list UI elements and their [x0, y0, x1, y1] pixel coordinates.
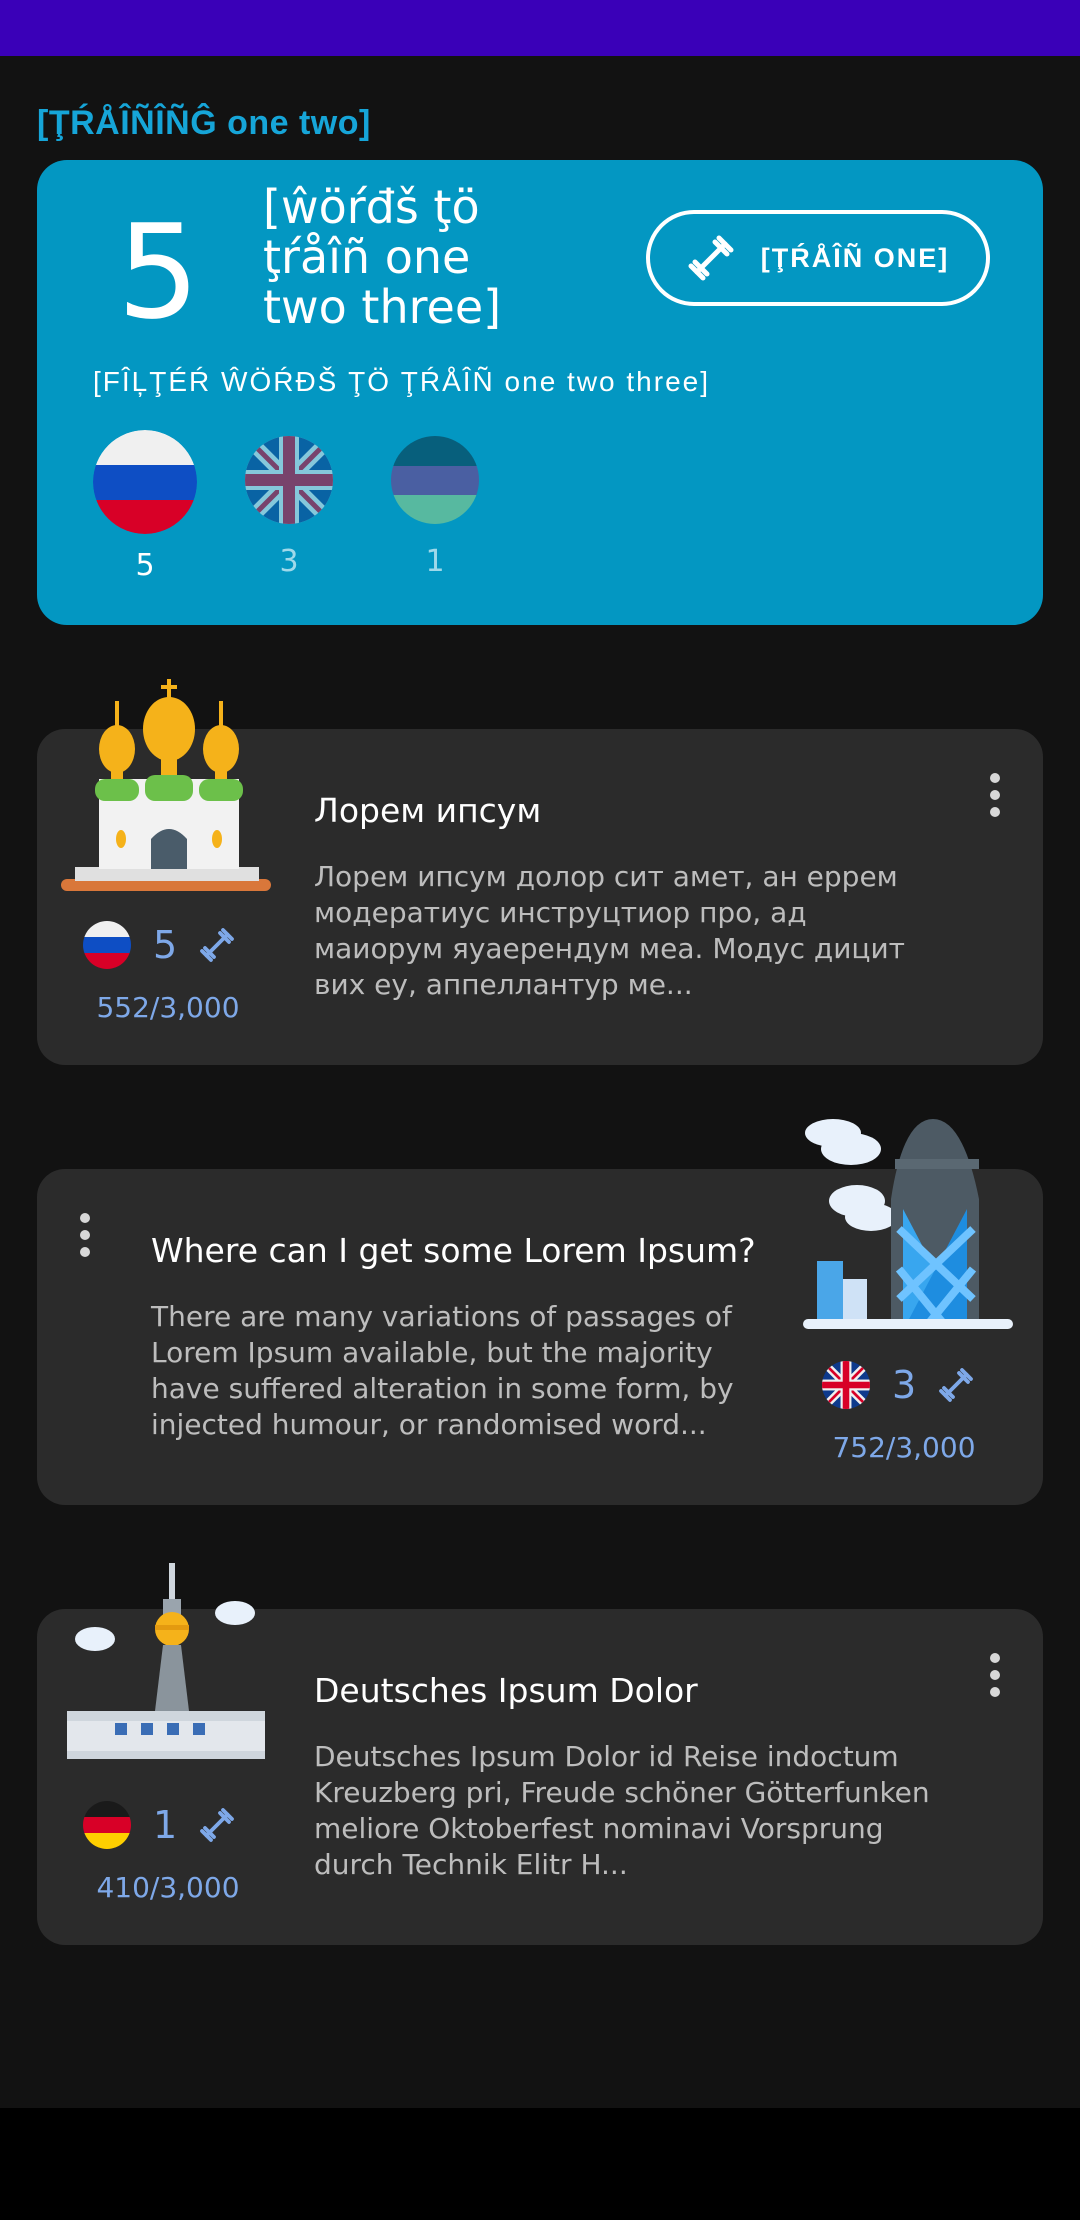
words-to-train-label: [ŵöŕđš ţö ţŕåîñ one two three] — [263, 180, 502, 334]
language-count: 3 — [279, 544, 299, 579]
germany-flag-icon — [83, 1801, 131, 1849]
gherkin-illustration — [803, 1119, 1013, 1329]
uk-flag-icon — [822, 1361, 870, 1409]
russia-flag-icon — [93, 430, 197, 534]
language-filter-english[interactable]: 3 — [245, 436, 333, 579]
course-description: Deutsches Ipsum Dolor id Reise indoctum … — [314, 1740, 930, 1881]
course-description: There are many variations of passages of… — [151, 1300, 734, 1441]
course-progress: 410/3,000 — [96, 1871, 240, 1904]
course-word-count: 3 — [892, 1363, 917, 1407]
course-meta: 1 — [83, 1801, 235, 1849]
more-options-icon[interactable] — [977, 765, 1013, 825]
dumbbell-icon — [200, 928, 235, 962]
course-meta: 3 — [822, 1361, 974, 1409]
course-meta: 5 — [83, 921, 235, 969]
course-progress: 752/3,000 — [832, 1431, 976, 1464]
course-title: Deutsches Ipsum Dolor — [314, 1671, 698, 1710]
dumbbell-icon — [688, 235, 734, 281]
uk-flag-icon — [245, 436, 333, 524]
course-card[interactable]: 5 552/3,000 Лорем ипсум Лорем ипсум доло… — [37, 679, 1043, 1065]
language-filter-other[interactable]: 1 — [391, 436, 479, 579]
course-card[interactable]: Where can I get some Lorem Ipsum? There … — [37, 1119, 1043, 1505]
mixed-flag-icon — [391, 436, 479, 524]
dumbbell-icon — [939, 1368, 974, 1402]
language-count: 1 — [425, 544, 445, 579]
status-bar — [0, 0, 1080, 56]
russia-flag-icon — [83, 921, 131, 969]
words-count: 5 — [117, 196, 200, 348]
dumbbell-icon — [200, 1808, 235, 1842]
section-title: [ŢŔÅÎÑÎÑĜ one two] — [37, 104, 371, 142]
course-card[interactable]: 1 410/3,000 Deutsches Ipsum Dolor Deutsc… — [37, 1563, 1043, 1945]
language-count: 5 — [135, 548, 155, 583]
train-button[interactable]: [ŢŔÅÎÑ ONE] — [646, 210, 990, 306]
course-title: Лорем ипсум — [314, 791, 542, 830]
tv-tower-illustration — [67, 1563, 265, 1759]
more-options-icon[interactable] — [977, 1645, 1013, 1705]
training-card: 5 [ŵöŕđš ţö ţŕåîñ one two three] [ŢŔÅÎÑ … — [37, 160, 1043, 625]
train-button-label: [ŢŔÅÎÑ ONE] — [760, 242, 950, 273]
navigation-bar — [0, 2108, 1080, 2220]
course-word-count: 5 — [153, 923, 178, 967]
course-title: Where can I get some Lorem Ipsum? — [151, 1231, 756, 1270]
more-options-icon[interactable] — [67, 1205, 103, 1265]
course-description: Лорем ипсум долор сит амет, ан еррем мод… — [314, 860, 905, 1001]
course-word-count: 1 — [153, 1803, 178, 1847]
language-filter-russian[interactable]: 5 — [93, 430, 197, 583]
filter-label: [FÎĻŢÉŔ ŴÖŔĐŠ ŢÖ ŢŔÅÎÑ one two three] — [93, 366, 711, 397]
cathedral-illustration — [61, 679, 271, 891]
course-progress: 552/3,000 — [96, 991, 240, 1024]
